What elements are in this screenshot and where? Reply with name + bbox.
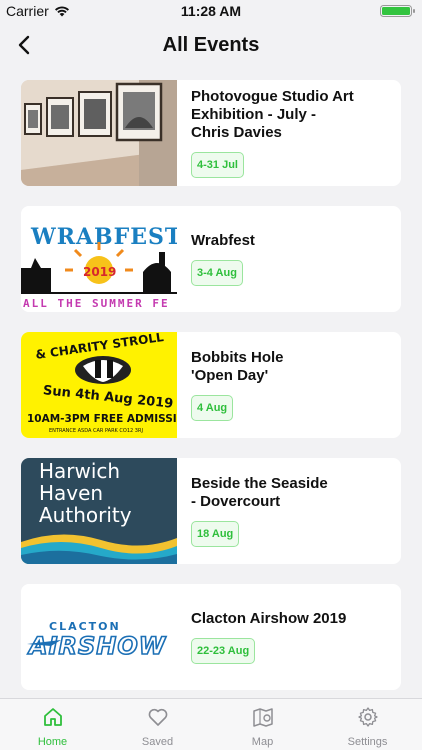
event-info: Beside the Seaside - Dovercourt 18 Aug [191, 458, 391, 564]
event-info: Wrabfest 3-4 Aug [191, 206, 391, 312]
harwich-haven-logo-image: Harwich Haven Authority [21, 458, 177, 564]
wrabfest-year: 2019 [83, 265, 116, 279]
status-bar: Carrier 11:28 AM [0, 0, 422, 22]
tab-bar: Home Saved Map Settings [0, 698, 422, 750]
poster-location: ENTRANCE ASDA CAR PARK CO12 3RJ [49, 428, 143, 434]
clacton-airshow-logo-image: CLACTON AIRSHOW [21, 584, 177, 690]
event-card-clacton-airshow[interactable]: CLACTON AIRSHOW Clacton Airshow 2019 22-… [21, 584, 401, 690]
airshow-logo-main: AIRSHOW [27, 632, 167, 660]
logo-line-3: Authority [39, 503, 132, 527]
map-icon [253, 708, 273, 727]
event-name: Beside the Seaside - Dovercourt [191, 475, 328, 510]
event-name: Photovogue Studio Art Exhibition - July … [191, 88, 354, 141]
page-title: All Events [162, 34, 260, 56]
event-card-photovogue[interactable]: Photovogue Studio Art Exhibition - July … [21, 80, 401, 186]
event-name: Wrabfest [191, 232, 255, 249]
event-thumbnail: CLACTON AIRSHOW [21, 584, 177, 690]
tab-map[interactable]: Map [210, 699, 315, 750]
logo-line-1: Harwich [39, 459, 120, 483]
tab-saved[interactable]: Saved [105, 699, 210, 750]
event-info: Clacton Airshow 2019 22-23 Aug [191, 584, 391, 690]
wrabfest-logo-image: WRABFEST 2019 ALL THE SUMMER FE [21, 206, 177, 312]
battery-icon [380, 5, 415, 17]
event-info: Photovogue Studio Art Exhibition - July … [191, 80, 391, 186]
event-date-badge: 4-31 Jul [191, 152, 244, 178]
event-name: Clacton Airshow 2019 [191, 610, 347, 627]
event-info: Bobbits Hole 'Open Day' 4 Aug [191, 332, 391, 438]
navigation-bar: All Events [0, 22, 422, 68]
clock: 11:28 AM [180, 3, 242, 19]
event-card-beside-the-seaside[interactable]: Harwich Haven Authority Beside the Seasi… [21, 458, 401, 564]
event-card-wrabfest[interactable]: WRABFEST 2019 ALL THE SUMMER FE Wrabfest… [21, 206, 401, 312]
event-date-badge: 3-4 Aug [191, 260, 243, 286]
event-name: Bobbits Hole 'Open Day' [191, 349, 284, 384]
tab-home-label: Home [37, 736, 68, 748]
wrabfest-banner: ALL THE SUMMER FE [23, 297, 170, 310]
heart-icon [148, 708, 168, 726]
event-date-badge: 22-23 Aug [191, 638, 256, 664]
event-date-badge: 4 Aug [191, 395, 234, 421]
charity-stroll-poster-image: & CHARITY STROLL Sun 4th Aug 2019 10AM-3… [21, 332, 177, 438]
gallery-photo-image [21, 80, 177, 186]
tab-settings-label: Settings [347, 736, 388, 748]
logo-line-2: Haven [39, 481, 103, 505]
tab-home[interactable]: Home [0, 699, 105, 750]
event-thumbnail: & CHARITY STROLL Sun 4th Aug 2019 10AM-3… [21, 332, 177, 438]
event-thumbnail: Harwich Haven Authority [21, 458, 177, 564]
event-date-badge: 18 Aug [191, 521, 240, 547]
poster-admission: 10AM-3PM FREE ADMISSION [27, 413, 177, 425]
event-card-bobbits-hole[interactable]: & CHARITY STROLL Sun 4th Aug 2019 10AM-3… [21, 332, 401, 438]
wrabfest-logo-text: WRABFEST [30, 224, 177, 250]
tab-saved-label: Saved [141, 736, 174, 748]
home-icon [44, 708, 62, 726]
event-thumbnail [21, 80, 177, 186]
tab-settings[interactable]: Settings [315, 699, 420, 750]
event-thumbnail: WRABFEST 2019 ALL THE SUMMER FE [21, 206, 177, 312]
tab-map-label: Map [251, 736, 274, 748]
gear-icon [358, 707, 378, 727]
